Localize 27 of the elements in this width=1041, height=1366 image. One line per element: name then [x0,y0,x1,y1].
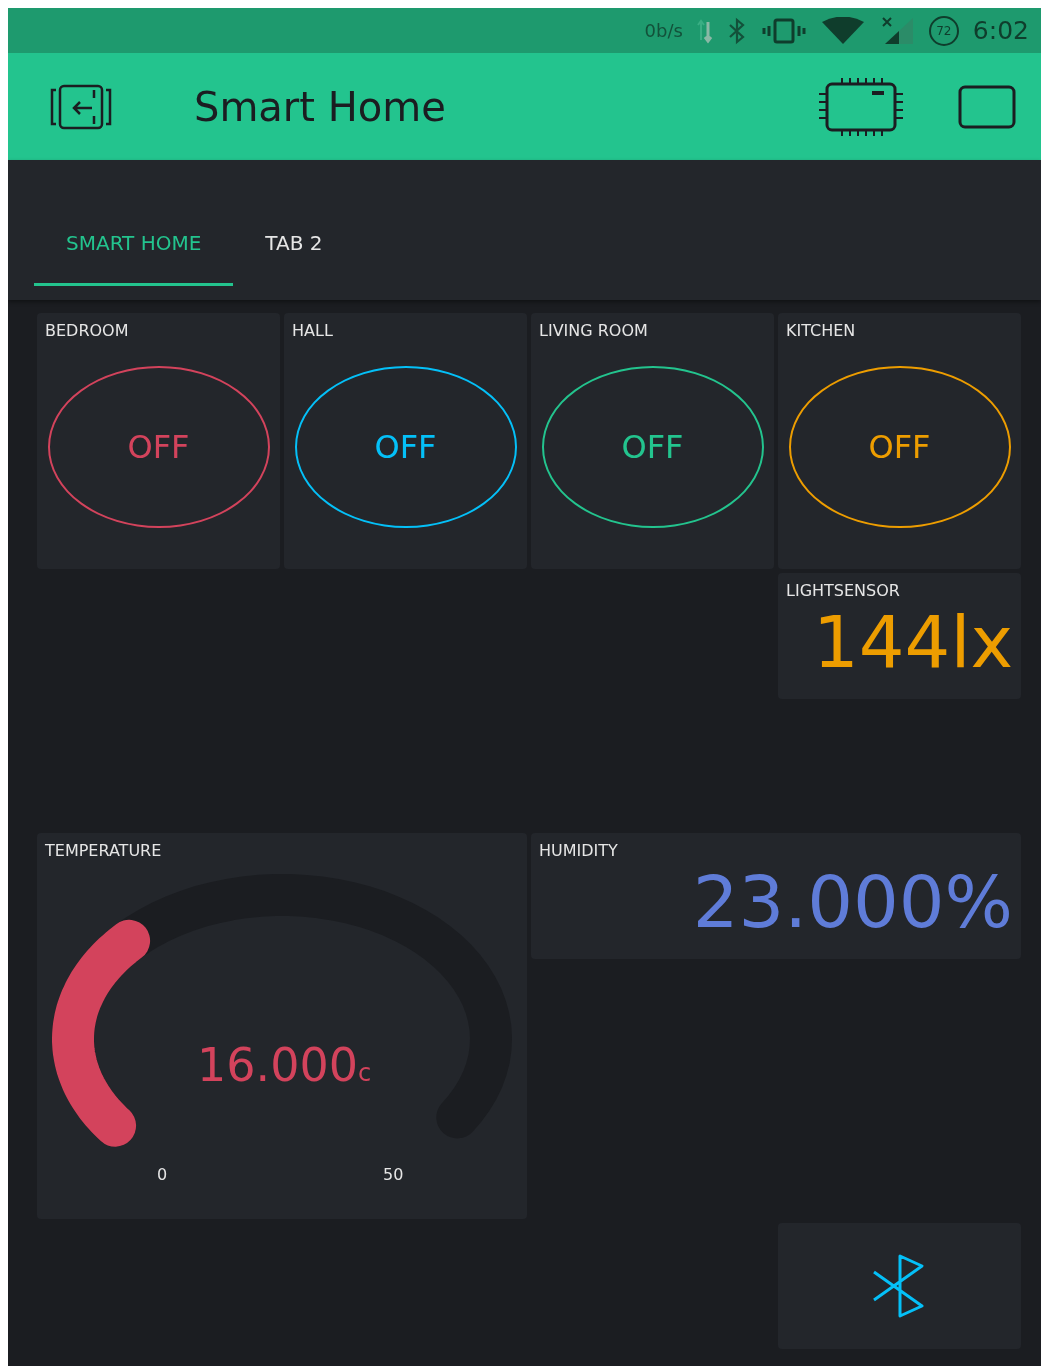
widget-label: BEDROOM [45,321,129,340]
gauge-min: 0 [157,1165,168,1184]
battery-icon: 72 [928,15,959,46]
widget-label: LIVING ROOM [539,321,648,340]
app-title: Smart Home [194,83,447,130]
data-arrows-icon [696,17,713,44]
clock: 6:02 [972,16,1029,45]
gauge-max: 50 [383,1165,404,1184]
tab[interactable]: TAB 2 [233,202,355,286]
value-display: 144lx [812,606,1013,678]
exit-icon[interactable] [50,83,112,130]
toggle-button[interactable]: OFF [47,366,270,528]
network-speed: 0b/s [644,20,683,41]
widget-label: KITCHEN [786,321,856,340]
widget-label: HALL [292,321,333,340]
widget-label: HUMIDITY [539,841,618,860]
chip-icon[interactable] [818,75,904,138]
toggle-button[interactable]: OFF [541,366,764,528]
widget-label: LIGHTSENSOR [786,581,900,600]
wifi-icon [820,16,865,45]
toggle-button[interactable]: OFF [788,366,1011,528]
rectangle-icon[interactable] [958,84,1016,129]
toggle-button[interactable]: OFF [294,366,517,528]
tab[interactable]: SMART HOME [34,202,234,286]
value-display: 23.000% [692,866,1013,938]
vibrate-icon [760,16,807,45]
widget-label: TEMPERATURE [45,841,162,860]
